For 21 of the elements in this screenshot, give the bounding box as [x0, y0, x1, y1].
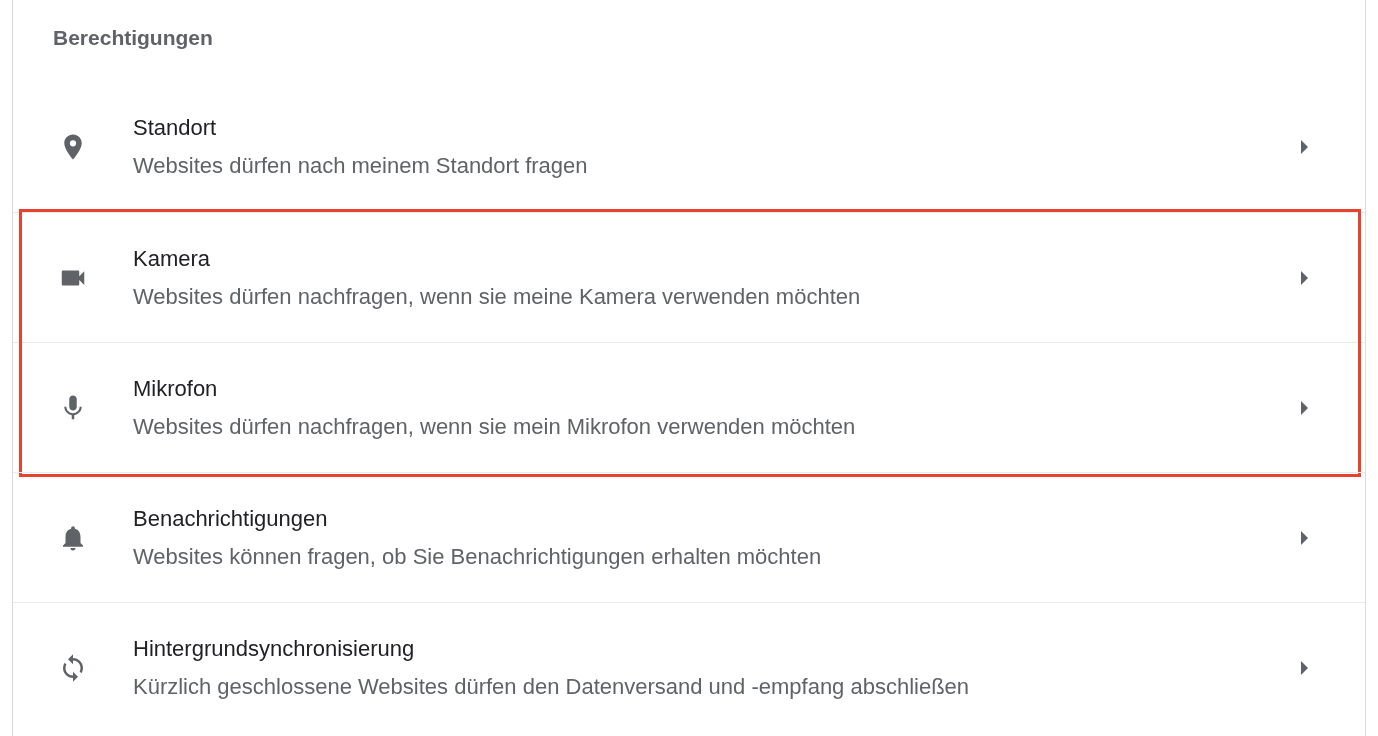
row-description: Websites dürfen nach meinem Standort fragen — [133, 153, 588, 179]
permission-row[interactable]: Hintergrundsynchronisierung Kürzlich geschlossene Websites dürfen den Datenversand und -empfang abschließen — [13, 602, 1365, 732]
row-title: Standort — [133, 115, 217, 141]
row-description: Websites dürfen nachfragen, wenn sie mein Mikrofon verwenden möchten — [133, 413, 856, 440]
chevron-right-icon — [1301, 660, 1308, 675]
row-description: Kürzlich geschlossene Websites dürfen den Datenversand und -empfang abschließen — [133, 673, 970, 700]
permission-row[interactable]: Standort Websites dürfen nach meinem Standort fragen — [13, 82, 1365, 212]
permission-row[interactable]: Benachrichtigungen Websites können fragen, ob Sie Benachrichtigungen erhalten möchten — [13, 472, 1365, 602]
permission-row[interactable]: Mikrofon Websites dürfen nachfragen, wenn sie mein Mikrofon verwenden möchten — [13, 342, 1365, 472]
chevron-right-icon — [1301, 270, 1308, 285]
row-title: Benachrichtigungen — [133, 505, 328, 532]
row-description: Websites dürfen nachfragen, wenn sie meine Kamera verwenden möchten — [133, 283, 861, 310]
row-title: Hintergrundsynchronisierung — [133, 635, 415, 662]
chevron-right-icon — [1301, 530, 1308, 545]
chevron-right-icon — [1301, 140, 1308, 154]
row-description: Websites können fragen, ob Sie Benachrichtigungen erhalten möchten — [133, 543, 822, 570]
chevron-right-icon — [1301, 400, 1308, 415]
row-title: Kamera — [133, 245, 211, 272]
section-title: Berechtigungen — [52, 25, 214, 51]
permission-row[interactable]: Kamera Websites dürfen nachfragen, wenn sie meine Kamera verwenden möchten — [13, 212, 1365, 342]
row-title: Mikrofon — [133, 375, 218, 402]
